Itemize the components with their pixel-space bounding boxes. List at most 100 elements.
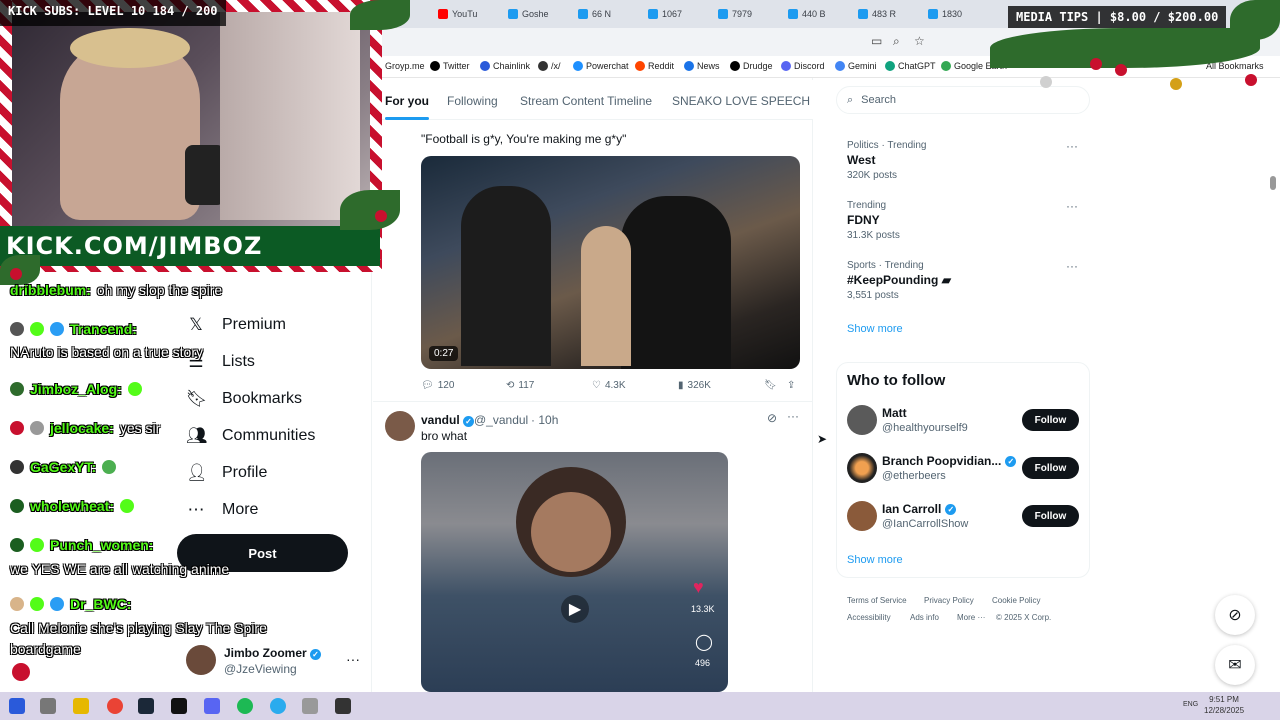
follow-button[interactable]: Follow [1022, 457, 1079, 479]
app-icon[interactable] [302, 698, 318, 714]
chat-message: wholewheat: [10, 498, 135, 514]
bookmark-item[interactable]: News [684, 61, 720, 71]
avatar[interactable] [847, 501, 877, 531]
footer-privacy[interactable]: Privacy Policy [924, 596, 974, 605]
tab-for-you[interactable]: For you [385, 94, 429, 120]
scrollbar[interactable] [1270, 176, 1276, 190]
nav-premium[interactable]: 𝕏 Premium [186, 315, 286, 335]
zoom-icon[interactable]: ⌕ [893, 34, 900, 49]
views-button[interactable]: ▮ 326K [678, 380, 711, 391]
bookmark-item[interactable]: Drudge [730, 61, 773, 71]
trend-name[interactable]: FDNY [847, 213, 880, 227]
account-more-icon[interactable]: ··· [346, 651, 360, 667]
bookmark-item[interactable]: Reddit [635, 61, 674, 71]
bookmark-item[interactable]: /x/ [538, 61, 561, 71]
trends-show-more[interactable]: Show more [847, 323, 903, 335]
spotify-icon[interactable] [237, 698, 253, 714]
avatar[interactable] [847, 453, 877, 483]
footer-accessibility[interactable]: Accessibility [847, 613, 891, 622]
tweet-time[interactable]: · 10h [531, 413, 558, 427]
tab-sneako-love-speech[interactable]: SNEAKO LOVE SPEECH [672, 94, 810, 108]
follow-button[interactable]: Follow [1022, 505, 1079, 527]
footer-terms[interactable]: Terms of Service [847, 596, 907, 605]
browser-tab[interactable]: 7979 [718, 4, 778, 24]
language-indicator[interactable]: ENG [1183, 701, 1198, 708]
follow-name[interactable]: Branch Poopvidian... ✓ [882, 454, 1017, 468]
trend-name[interactable]: West [847, 153, 875, 167]
star-icon[interactable]: ☆ [914, 34, 925, 48]
bookmark-item[interactable]: Twitter [430, 61, 470, 71]
trend-name[interactable]: #KeepPounding ▰ [847, 273, 951, 287]
account-switcher[interactable]: Jimbo Zoomer ✓ @JzeViewing ··· [186, 645, 366, 677]
browser-tab[interactable]: 1067 [648, 4, 708, 24]
tab-stream-content-timeline[interactable]: Stream Content Timeline [520, 94, 652, 108]
repost-button[interactable]: ⟲ 117 [506, 380, 534, 391]
reply-button[interactable]: 💬︎ 120 [421, 380, 454, 391]
heart-icon[interactable]: ♥ [693, 577, 704, 598]
footer-more[interactable]: More ··· [957, 613, 985, 622]
bookmark-item[interactable]: Gemini [835, 61, 877, 71]
start-icon[interactable] [9, 698, 25, 714]
browser-tab[interactable]: 1830 [928, 4, 988, 24]
follow-show-more[interactable]: Show more [847, 554, 903, 566]
tweet-video[interactable]: 0:27 [421, 156, 800, 369]
sub-badge-icon [30, 597, 44, 611]
bookmark-favicon-icon [538, 61, 548, 71]
messages-icon[interactable]: ✉ [1215, 645, 1255, 685]
browser-tab[interactable]: 440 B [788, 4, 848, 24]
follow-name[interactable]: Matt [882, 406, 907, 420]
nav-profile[interactable]: 👤︎ Profile [186, 463, 267, 483]
tweet-video[interactable]: ▶ ♥ 13.3K ◯ 496 [421, 452, 728, 692]
browser-tab[interactable]: 483 R [858, 4, 918, 24]
play-icon[interactable]: ▶ [561, 595, 589, 623]
chat-text: NAruto is based on a true story [10, 344, 203, 360]
follow-button[interactable]: Follow [1022, 409, 1079, 431]
tab-favicon-icon [928, 9, 938, 19]
search-input[interactable]: ⌕ Search [836, 86, 1090, 114]
bookmark-item[interactable]: Groyp.me [385, 61, 425, 71]
browser-tab[interactable]: YouTu [438, 4, 498, 24]
bookmark-item[interactable]: ChatGPT [885, 61, 936, 71]
discord-icon[interactable] [204, 698, 220, 714]
footer-cookie[interactable]: Cookie Policy [992, 596, 1040, 605]
telegram-icon[interactable] [270, 698, 286, 714]
footer-ads-info[interactable]: Ads info [910, 613, 939, 622]
share-button[interactable]: ⇪ [787, 380, 795, 391]
tweet-handle[interactable]: @_vandul [474, 413, 528, 427]
trend-more-icon[interactable]: ··· [1066, 199, 1078, 213]
trend-more-icon[interactable]: ··· [1066, 139, 1078, 153]
tab-favicon-icon [508, 9, 518, 19]
browser-tab[interactable]: 66 N [578, 4, 638, 24]
follow-name[interactable]: Ian Carroll ✓ [882, 502, 957, 516]
tweet-more-icon[interactable]: ··· [787, 409, 799, 423]
comment-icon[interactable]: ◯ [695, 632, 713, 652]
grok-icon[interactable]: ⊘ [767, 411, 777, 425]
grok-icon[interactable]: ⊘ [1215, 595, 1255, 635]
file-explorer-icon[interactable] [73, 698, 89, 714]
bookmark-item[interactable]: Chainlink [480, 61, 530, 71]
tweet-author[interactable]: vandul ✓ [421, 413, 475, 427]
bookmark-label: Reddit [648, 61, 675, 71]
obs-icon[interactable] [335, 698, 351, 714]
avatar[interactable] [847, 405, 877, 435]
task-view-icon[interactable] [40, 698, 56, 714]
terminal-icon[interactable] [171, 698, 187, 714]
steam-icon[interactable] [138, 698, 154, 714]
follow-handle: @IanCarrollShow [882, 518, 969, 530]
nav-more[interactable]: ⋯ More [186, 500, 259, 520]
like-button[interactable]: ♡ 4.3K [592, 380, 626, 391]
bookmark-button[interactable]: 🔖︎ [764, 380, 777, 391]
cast-icon[interactable]: ▭ [871, 34, 882, 48]
avatar[interactable] [385, 411, 415, 441]
chrome-icon[interactable] [107, 698, 123, 714]
emote-icon [102, 460, 117, 474]
browser-tab[interactable]: Goshe [508, 4, 568, 24]
bookmark-item[interactable]: Powerchat [573, 61, 629, 71]
bookmark-icon: 🔖︎ [186, 389, 208, 408]
nav-communities[interactable]: 👥︎ Communities [186, 426, 315, 446]
trend-more-icon[interactable]: ··· [1066, 259, 1078, 273]
tab-following[interactable]: Following [447, 94, 498, 108]
bookmark-item[interactable]: Discord [781, 61, 825, 71]
nav-bookmarks[interactable]: 🔖︎ Bookmarks [186, 389, 302, 409]
clock[interactable]: 9:51 PM 12/28/2025 [1204, 694, 1244, 716]
